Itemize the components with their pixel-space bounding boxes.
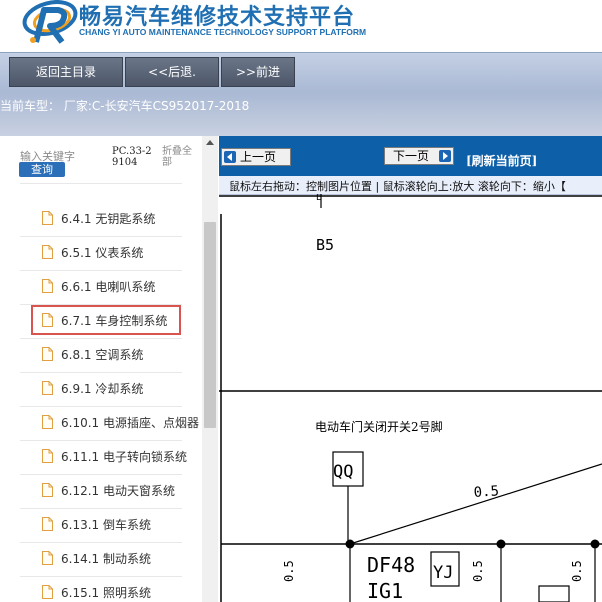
switch-pin-label: 电动车门关闭开关2号脚 bbox=[315, 419, 443, 434]
divider bbox=[20, 508, 182, 509]
pc-code: PC.33-29104 bbox=[112, 146, 152, 168]
tree-item-label: 6.4.1 无钥匙系统 bbox=[61, 212, 156, 226]
tree-item-label: 6.9.1 冷却系统 bbox=[61, 382, 144, 396]
app-header: 畅易汽车维修技术支持平台 CHANG YI AUTO MAINTENANCE T… bbox=[0, 0, 602, 52]
divider bbox=[20, 406, 182, 407]
divider bbox=[20, 542, 182, 543]
viewer-panel: 上一页 下一页 [刷新当前页] 鼠标左右拖动：控制图片位置 | 鼠标滚轮向上:放… bbox=[219, 136, 602, 602]
right-arrow-icon bbox=[439, 150, 451, 162]
divider bbox=[20, 576, 182, 577]
hint-bar: 鼠标左右拖动：控制图片位置 | 鼠标滚轮向上:放大 滚轮向下：缩小【 bbox=[219, 176, 602, 195]
tree-item-label: 6.14.1 制动系统 bbox=[61, 552, 151, 566]
ig1-label: IG1 bbox=[367, 579, 403, 602]
hint-text: 鼠标左右拖动：控制图片位置 | 鼠标滚轮向上:放大 滚轮向下：缩小【 bbox=[229, 180, 566, 193]
document-icon bbox=[42, 483, 53, 497]
wiring-diagram[interactable]: E B5 电动车门关闭开关2号脚 QQ 0.5 0.5 0.5 0.5 DF48… bbox=[219, 194, 602, 602]
document-icon bbox=[42, 245, 53, 259]
document-icon bbox=[42, 449, 53, 463]
fuse-df48-label: DF48 bbox=[367, 553, 415, 577]
scroll-thumb[interactable] bbox=[204, 222, 216, 428]
tree-item-label: 6.10.1 电源插座、点烟器 bbox=[61, 416, 199, 430]
divider bbox=[20, 372, 182, 373]
wire-size-label: 0.5 bbox=[473, 483, 499, 501]
document-icon bbox=[42, 279, 53, 293]
divider bbox=[20, 338, 182, 339]
wire-mark: E bbox=[316, 194, 322, 203]
tree-item-label: 6.15.1 照明系统 bbox=[61, 586, 151, 600]
next-page-button[interactable]: 下一页 bbox=[384, 147, 454, 165]
divider bbox=[20, 474, 182, 475]
document-icon bbox=[42, 381, 53, 395]
prev-page-button[interactable]: 上一页 bbox=[221, 148, 291, 166]
home-button[interactable]: 返回主目录 bbox=[9, 57, 123, 87]
search-area: 输入关键字 查询 PC.33-29104 折叠全部 bbox=[0, 136, 202, 182]
document-icon bbox=[42, 517, 53, 531]
next-page-label: 下一页 bbox=[393, 149, 430, 163]
catalog-tree: 6.4.1 无钥匙系统 6.5.1 仪表系统 6.6.1 电喇叭系统 6.7.1 车身… bbox=[0, 182, 202, 602]
connector-b5-label: B5 bbox=[316, 236, 334, 254]
document-icon bbox=[42, 585, 53, 599]
left-scrollbar[interactable] bbox=[202, 136, 218, 602]
forward-button[interactable]: >>前进 bbox=[221, 57, 295, 87]
prev-page-label: 上一页 bbox=[240, 150, 277, 164]
tree-item-label: 6.5.1 仪表系统 bbox=[61, 246, 144, 260]
left-panel: 输入关键字 查询 PC.33-29104 折叠全部 6.4.1 无钥匙系统 6.5… bbox=[0, 136, 218, 602]
document-icon bbox=[42, 347, 53, 361]
refresh-page-link[interactable]: [刷新当前页] bbox=[466, 152, 537, 169]
yj-label: YJ bbox=[433, 563, 453, 583]
divider bbox=[20, 236, 182, 237]
back-button[interactable]: <<后退. bbox=[125, 57, 219, 87]
divider bbox=[20, 270, 182, 271]
wire-size-label-right: 0.5 bbox=[570, 560, 584, 582]
divider bbox=[20, 440, 182, 441]
collapse-all-button[interactable]: 折叠全部 bbox=[162, 146, 198, 168]
qq-label: QQ bbox=[333, 462, 353, 482]
tree-item-label: 6.12.1 电动天窗系统 bbox=[61, 484, 175, 498]
query-button[interactable]: 查询 bbox=[19, 162, 65, 177]
divider bbox=[20, 183, 182, 184]
wire-size-label-left: 0.5 bbox=[282, 560, 296, 582]
scroll-up-arrow-icon[interactable] bbox=[206, 140, 214, 145]
tree-item-label: 6.6.1 电喇叭系统 bbox=[61, 280, 156, 294]
document-icon bbox=[42, 211, 53, 225]
current-vehicle-text: 当前车型： 厂家:C-长安汽车CS952017-2018 bbox=[0, 99, 250, 113]
selected-item-highlight bbox=[31, 305, 181, 335]
tree-item-label: 6.8.1 空调系统 bbox=[61, 348, 144, 362]
document-icon bbox=[42, 415, 53, 429]
document-icon bbox=[42, 551, 53, 565]
viewer-nav-bar: 上一页 下一页 [刷新当前页] bbox=[219, 136, 602, 176]
main-toolbar: 返回主目录 <<后退. >>前进 bbox=[0, 52, 602, 93]
tree-item-label: 6.13.1 倒车系统 bbox=[61, 518, 151, 532]
vehicle-bar: 当前车型： 厂家:C-长安汽车CS952017-2018 bbox=[0, 92, 602, 136]
logo-icon bbox=[22, 0, 78, 44]
app-subtitle: CHANG YI AUTO MAINTENANCE TECHNOLOGY SUP… bbox=[79, 27, 367, 37]
tree-item-label: 6.11.1 电子转向锁系统 bbox=[61, 450, 187, 464]
wire-size-label-mid: 0.5 bbox=[471, 560, 485, 582]
left-arrow-icon bbox=[224, 151, 236, 163]
